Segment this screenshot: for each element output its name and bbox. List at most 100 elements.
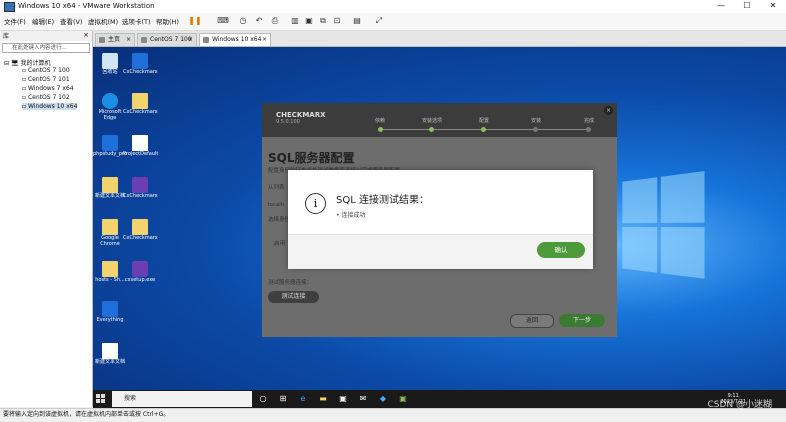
rar-archive-icon [132, 177, 148, 193]
desktop-icon-label: Google Chrome [100, 235, 120, 247]
library-search-input[interactable]: 在此处键入内容进行... [2, 43, 90, 53]
windows-start-icon [96, 394, 100, 398]
info-icon: i [305, 193, 326, 214]
tree-root-label: 我的计算机 [20, 60, 51, 67]
mail-icon[interactable]: ✉ [357, 393, 369, 405]
desktop-icon-cxsetup[interactable]: cxsetup.exe [123, 261, 157, 284]
tree-vm-label: Windows 10 x64 [27, 103, 78, 110]
console-icon[interactable]: ▤ [350, 15, 364, 27]
menu-help[interactable]: 帮助(H) [156, 16, 179, 26]
desktop-icon-label: ProjectDefault [123, 151, 159, 157]
unity-icon[interactable]: ⧉ [316, 15, 330, 27]
installer-taskbar-icon[interactable]: ▣ [397, 393, 409, 405]
pause-icon[interactable]: ❚❚ [188, 15, 202, 27]
confirm-button[interactable]: 确认 [537, 242, 585, 258]
step-label: 安装 [531, 118, 542, 124]
installer-close-button[interactable]: × [604, 106, 613, 115]
desktop-icon-rar-1[interactable]: CxCheckmarx [123, 177, 158, 200]
cortana-icon[interactable]: ○ [257, 393, 269, 405]
desktop-icon-label: Everything [96, 317, 124, 323]
tab-label: 主页 [108, 36, 121, 43]
taskbar-search-box[interactable]: 搜索 [112, 391, 252, 407]
vm-icon [203, 37, 209, 43]
desktop-icon-label: phpstudy_pro [93, 151, 128, 157]
tree-root-my-computer[interactable]: ⊟ 🖥 我的计算机 [4, 58, 50, 67]
vm-tab-strip: 主页 × CentOS 7 100 × Windows 10 x64 × [93, 31, 786, 47]
tab-windows-10[interactable]: Windows 10 x64 × [199, 33, 271, 46]
stretch-guest-icon[interactable]: ⤢ [372, 15, 386, 27]
tab-close-icon[interactable]: × [126, 34, 131, 46]
installer-header: CHECKMARX 9.5.0.100 依赖 安装选项 配置 安装 完成 × [262, 103, 617, 137]
library-header: 库 [0, 31, 92, 41]
tree-vm-centos-100[interactable]: ▫ CentOS 7 100 [22, 67, 70, 74]
back-button[interactable]: 返回 [510, 314, 554, 328]
checkmarx-taskbar-icon[interactable]: ◆ [377, 393, 389, 405]
auth-radio-windows[interactable]: 启用 [274, 239, 285, 247]
recycle-bin-icon [102, 53, 118, 69]
desktop-icon-checkmarx-2[interactable]: CxCheckmarx [123, 93, 158, 116]
tab-close-icon[interactable]: × [262, 34, 267, 46]
close-button[interactable]: ✕ [760, 0, 786, 13]
maximize-button[interactable]: ☐ [734, 0, 760, 13]
edge-icon [102, 93, 118, 109]
step-label: 完成 [584, 118, 595, 124]
desktop-icon-checkmarx-1[interactable]: CxCheckmarx [123, 53, 158, 76]
step-label: 配置 [479, 118, 490, 124]
tree-vm-windows-7[interactable]: ▫ Windows 7 x64 [22, 85, 74, 92]
menu-tabs[interactable]: 选项卡(T) [122, 16, 151, 26]
file-explorer-icon[interactable]: ▬ [317, 393, 329, 405]
tab-centos-100[interactable]: CentOS 7 100 × [137, 33, 197, 46]
watermark: CSDN @小迷糊 [707, 400, 772, 410]
start-button[interactable] [96, 394, 106, 404]
menu-view[interactable]: 查看(V) [60, 16, 83, 26]
menu-file[interactable]: 文件(F) [4, 16, 26, 26]
vmware-app-icon [4, 2, 15, 12]
desktop-icon-hosts[interactable]: hosts - Sh... [93, 261, 127, 284]
desktop-icon-recycle-bin[interactable]: 回收站 [93, 53, 127, 76]
desktop-icon-text-1[interactable]: 新建文本文档 [93, 177, 127, 200]
desktop-icon-label: CxCheckmarx [123, 193, 158, 199]
revert-snapshot-icon[interactable]: ↶ [252, 15, 266, 27]
file-icon [132, 135, 148, 151]
desktop-icon-checkmarx-3[interactable]: CxCheckmarx [123, 219, 158, 242]
desktop-icon-chrome[interactable]: Google Chrome [93, 219, 127, 247]
task-view-icon[interactable]: ⊞ [277, 393, 289, 405]
server-name-field[interactable]: localh [268, 202, 284, 208]
send-ctrl-alt-del-icon[interactable]: ⌨ [216, 15, 230, 27]
store-icon[interactable]: ▣ [337, 393, 349, 405]
library-close-button[interactable]: × [83, 31, 89, 39]
rar-archive-icon [132, 261, 148, 277]
minimize-button[interactable]: — [708, 0, 734, 13]
test-connection-label: 测试服务器连接： [268, 280, 313, 286]
tab-home[interactable]: 主页 × [95, 33, 135, 46]
step-dot-done [429, 127, 434, 132]
tree-vm-centos-102[interactable]: ▫ CentOS 7 102 [22, 94, 70, 101]
window-title: Windows 10 x64 - VMware Workstation [18, 2, 155, 10]
menu-vm[interactable]: 虚拟机(M) [88, 16, 118, 26]
library-panel: 库 × 在此处键入内容进行... ⊟ 🖥 我的计算机 ▫ CentOS 7 10… [0, 31, 93, 407]
step-dot-pending [533, 127, 538, 132]
desktop-icon-edge[interactable]: Microsoft Edge [93, 93, 127, 121]
tab-close-icon[interactable]: × [188, 34, 193, 46]
tree-vm-windows-10[interactable]: ▫ Windows 10 x64 [22, 103, 78, 110]
library-view-icon[interactable]: ▥ [288, 15, 302, 27]
desktop-icon-phpstudy[interactable]: phpstudy_pro [93, 135, 127, 158]
sql-test-result-dialog: i SQL 连接测试结果： • 连接成功 确认 [288, 170, 593, 269]
windows-logo-wallpaper [622, 171, 705, 281]
desktop-icon-everything[interactable]: Everything [93, 301, 127, 324]
snapshot-icon[interactable]: ◷ [236, 15, 250, 27]
edge-taskbar-icon[interactable]: e [297, 393, 309, 405]
tree-vm-centos-101[interactable]: ▫ CentOS 7 101 [22, 76, 70, 83]
desktop-icon-label: CxCheckmarx [123, 109, 158, 115]
step-dot-done [378, 127, 383, 132]
desktop-icon-project[interactable]: ProjectDefault [123, 135, 159, 158]
next-button[interactable]: 下一步 [559, 314, 605, 327]
checkmarx-icon [132, 53, 148, 69]
test-connection-button[interactable]: 测试连接 [268, 291, 319, 303]
title-bar: Windows 10 x64 - VMware Workstation — ☐ … [0, 0, 786, 14]
desktop-icon-text-2[interactable]: 新建文本文档 [93, 343, 127, 366]
fit-window-icon[interactable]: ⊡ [330, 15, 344, 27]
fullscreen-icon[interactable]: ▣ [302, 15, 316, 27]
menu-edit[interactable]: 编辑(E) [32, 16, 54, 26]
snapshot-manager-icon[interactable]: ⎙ [268, 15, 282, 27]
